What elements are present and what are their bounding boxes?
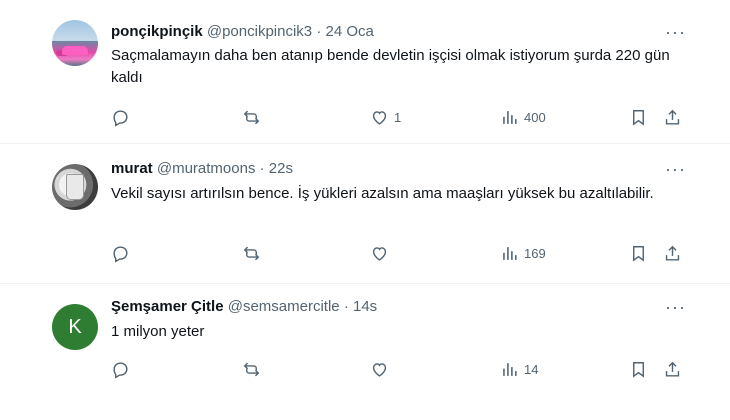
- action-bar: 169: [0, 242, 730, 264]
- display-name[interactable]: murat: [111, 160, 153, 177]
- tweet[interactable]: ponçikpinçik @poncikpincik3 · 24 Oca ···…: [0, 0, 730, 144]
- tweet-header: Şemşamer Çitle @semsamercitle · 14s: [111, 298, 377, 316]
- like-button[interactable]: [370, 242, 394, 264]
- like-icon: [372, 362, 387, 377]
- share-button[interactable]: [663, 106, 682, 128]
- reply-button[interactable]: [111, 106, 130, 128]
- action-bar: 1 400: [0, 106, 730, 128]
- tweet[interactable]: K Şemşamer Çitle @semsamercitle · 14s ··…: [0, 284, 730, 420]
- views-icon: [503, 110, 517, 124]
- reply-feed: ponçikpinçik @poncikpincik3 · 24 Oca ···…: [0, 0, 730, 420]
- retweet-button[interactable]: [242, 106, 261, 128]
- more-icon[interactable]: ···: [665, 298, 686, 316]
- separator: ·: [316, 23, 322, 40]
- handle[interactable]: @semsamercitle: [228, 298, 340, 315]
- handle[interactable]: @muratmoons: [157, 160, 256, 177]
- more-icon[interactable]: ···: [665, 160, 686, 178]
- reply-button[interactable]: [111, 358, 130, 380]
- view-count: 14: [524, 361, 539, 377]
- separator: ·: [343, 298, 349, 315]
- like-icon: [372, 246, 387, 261]
- tweet[interactable]: murat @muratmoons · 22s ··· Vekil sayısı…: [0, 144, 730, 284]
- tweet-text: 1 milyon yeter: [111, 323, 205, 340]
- retweet-button[interactable]: [242, 358, 261, 380]
- timestamp[interactable]: 14s: [353, 298, 377, 315]
- like-count: 1: [394, 109, 402, 125]
- avatar[interactable]: [52, 164, 98, 210]
- retweet-icon: [243, 362, 260, 376]
- share-icon: [665, 109, 680, 125]
- view-count: 169: [524, 245, 546, 261]
- bookmark-icon: [633, 361, 644, 378]
- views-icon: [503, 246, 517, 260]
- bookmark-button[interactable]: [629, 106, 648, 128]
- reply-icon: [113, 245, 128, 263]
- like-button[interactable]: 1: [370, 106, 401, 128]
- avatar[interactable]: K: [52, 304, 98, 350]
- separator: ·: [259, 160, 265, 177]
- tweet-text: Vekil sayısı artırılsın bence. İş yükler…: [111, 185, 654, 202]
- views-button[interactable]: 169: [500, 242, 546, 264]
- share-button[interactable]: [663, 242, 682, 264]
- share-button[interactable]: [663, 358, 682, 380]
- views-button[interactable]: 400: [500, 106, 546, 128]
- bookmark-icon: [633, 245, 644, 262]
- tweet-header: murat @muratmoons · 22s: [111, 160, 293, 178]
- timestamp[interactable]: 22s: [269, 160, 293, 177]
- views-button[interactable]: 14: [500, 358, 538, 380]
- like-button[interactable]: [370, 358, 394, 380]
- display-name[interactable]: ponçikpinçik: [111, 23, 203, 40]
- handle[interactable]: @poncikpincik3: [207, 23, 312, 40]
- display-name[interactable]: Şemşamer Çitle: [111, 298, 224, 315]
- share-icon: [665, 245, 680, 261]
- bookmark-button[interactable]: [629, 358, 648, 380]
- view-count: 400: [524, 109, 546, 125]
- retweet-icon: [243, 110, 260, 124]
- retweet-button[interactable]: [242, 242, 261, 264]
- more-icon[interactable]: ···: [665, 23, 686, 41]
- action-bar: 14: [0, 358, 730, 380]
- reply-icon: [113, 361, 128, 379]
- retweet-icon: [243, 246, 260, 260]
- tweet-text: Saçmalamayın daha ben atanıp bende devle…: [111, 47, 670, 86]
- timestamp[interactable]: 24 Oca: [325, 23, 373, 40]
- reply-icon: [113, 109, 128, 127]
- share-icon: [665, 361, 680, 377]
- bookmark-icon: [633, 109, 644, 126]
- tweet-header: ponçikpinçik @poncikpincik3 · 24 Oca: [111, 23, 374, 41]
- like-icon: [372, 110, 387, 125]
- avatar[interactable]: [52, 20, 98, 66]
- views-icon: [503, 362, 517, 376]
- reply-button[interactable]: [111, 242, 130, 264]
- bookmark-button[interactable]: [629, 242, 648, 264]
